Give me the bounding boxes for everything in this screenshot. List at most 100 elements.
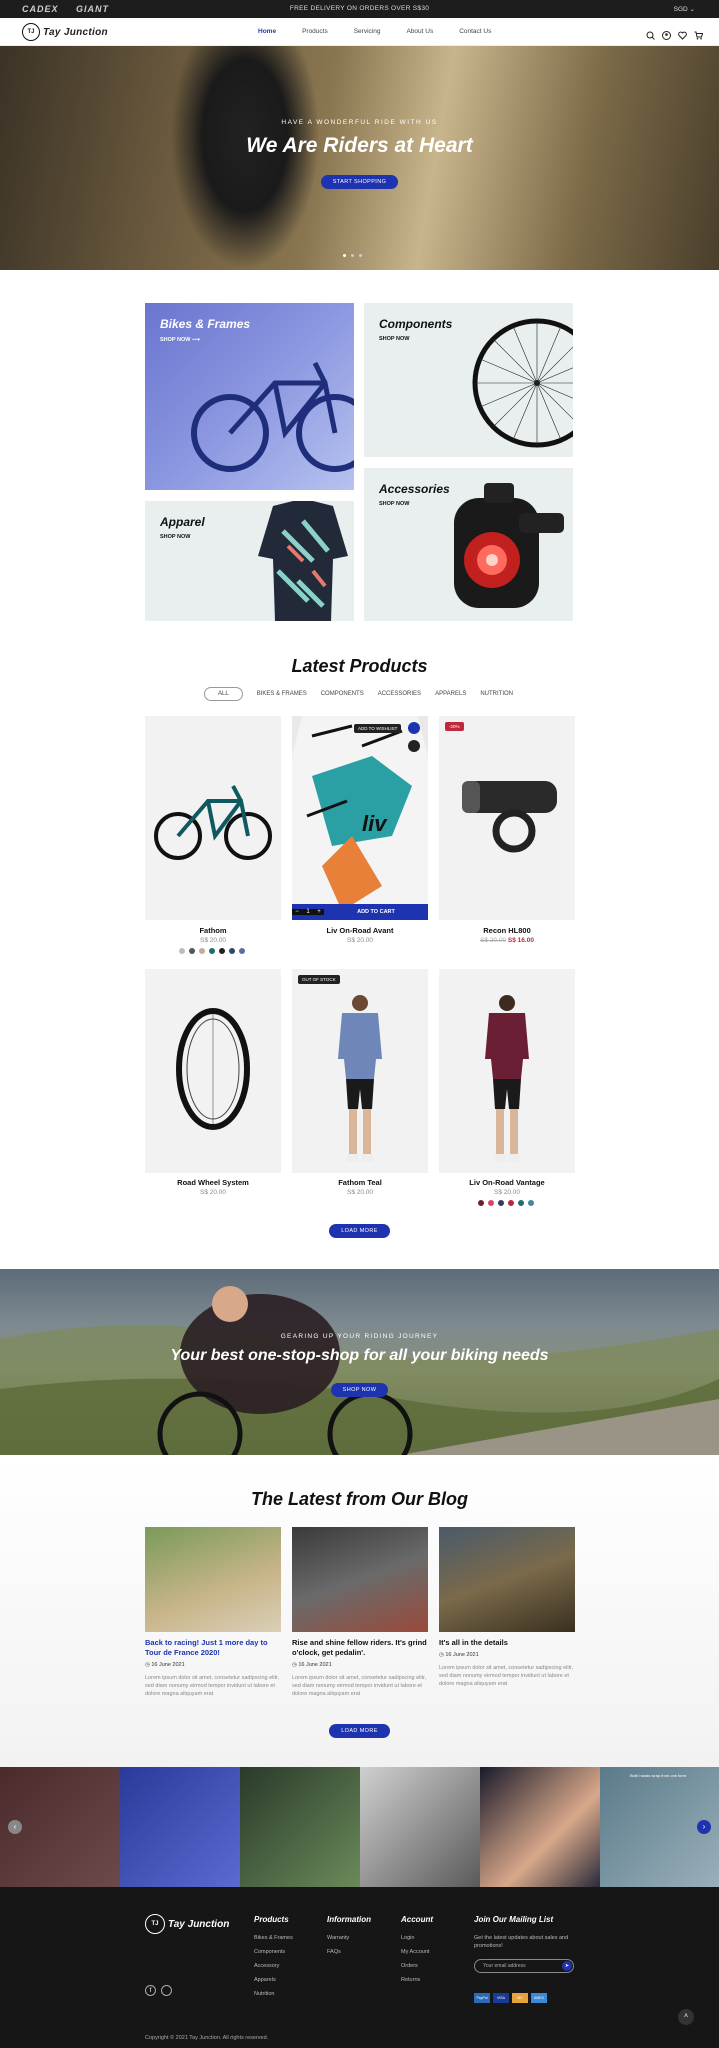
- instagram-tile[interactable]: [120, 1767, 240, 1887]
- blog-image[interactable]: [145, 1527, 281, 1632]
- tab-apparels[interactable]: APPARELS: [435, 691, 466, 697]
- nav-home[interactable]: Home: [258, 28, 276, 35]
- color-swatch[interactable]: [508, 1200, 514, 1206]
- product-image: [176, 1008, 250, 1130]
- latest-products-title: Latest Products: [291, 656, 428, 676]
- footer-link[interactable]: Login: [401, 1935, 414, 1941]
- product-card-liv-avant[interactable]: liv ADD TO WISHLIST − 1 + ADD TO CART: [292, 716, 428, 920]
- carousel-prev-button[interactable]: ‹: [8, 1820, 22, 1834]
- heart-icon[interactable]: [678, 27, 687, 40]
- instagram-tile[interactable]: [240, 1767, 360, 1887]
- blog-post-date: ◷ 16 June 2021: [439, 1652, 479, 1658]
- footer-logo[interactable]: TJ Tay Junction: [145, 1914, 229, 1934]
- nav-servicing[interactable]: Servicing: [354, 28, 381, 35]
- email-input[interactable]: Your email address ➤: [474, 1959, 574, 1973]
- currency-selector[interactable]: SGD ⌄: [674, 5, 695, 13]
- tab-all[interactable]: ALL: [204, 687, 243, 701]
- slider-dot-active[interactable]: [343, 254, 346, 257]
- cart-icon[interactable]: [694, 27, 704, 40]
- category-bikes-frames[interactable]: Bikes & Frames SHOP NOW ⟶: [145, 303, 354, 490]
- footer-link[interactable]: FAQs: [327, 1949, 341, 1955]
- blog-post-title[interactable]: Back to racing! Just 1 more day to Tour …: [145, 1638, 281, 1658]
- footer-link[interactable]: Warranty: [327, 1935, 349, 1941]
- tab-accessories[interactable]: ACCESSORIES: [378, 691, 421, 697]
- product-name[interactable]: Liv On-Road Vantage: [439, 1178, 575, 1187]
- product-card-fathom[interactable]: [145, 716, 281, 920]
- category-accessories[interactable]: Accessories SHOP NOW: [364, 468, 573, 621]
- tab-components[interactable]: COMPONENTS: [321, 691, 364, 697]
- color-swatch[interactable]: [179, 948, 185, 954]
- send-icon[interactable]: ➤: [562, 1961, 572, 1971]
- product-name[interactable]: Road Wheel System: [145, 1178, 281, 1187]
- color-swatch[interactable]: [189, 948, 195, 954]
- blog-post-title[interactable]: Rise and shine fellow riders. It's grind…: [292, 1638, 428, 1658]
- qty-plus-button[interactable]: +: [314, 909, 324, 915]
- shop-now-link[interactable]: SHOP NOW: [160, 534, 190, 540]
- search-icon[interactable]: [646, 27, 655, 40]
- product-image: [154, 785, 272, 860]
- color-swatch[interactable]: [199, 948, 205, 954]
- color-swatch[interactable]: [528, 1200, 534, 1206]
- carousel-next-button[interactable]: ›: [697, 1820, 711, 1834]
- color-swatch[interactable]: [488, 1200, 494, 1206]
- old-price: S$ 20.00: [480, 937, 507, 944]
- footer-link[interactable]: Orders: [401, 1963, 418, 1969]
- instagram-tile[interactable]: [480, 1767, 600, 1887]
- footer-link[interactable]: Components: [254, 1949, 285, 1955]
- tab-bikes-frames[interactable]: BIKES & FRAMES: [257, 691, 307, 697]
- blog-image[interactable]: [292, 1527, 428, 1632]
- product-card-road-wheel[interactable]: [145, 969, 281, 1173]
- start-shopping-button[interactable]: START SHOPPING: [320, 175, 399, 189]
- nav-about[interactable]: About Us: [406, 28, 433, 35]
- svg-text:liv: liv: [362, 811, 388, 836]
- shop-now-link[interactable]: SHOP NOW: [379, 501, 409, 507]
- product-name[interactable]: Liv On-Road Avant: [292, 926, 428, 935]
- slider-dot[interactable]: [351, 254, 354, 257]
- footer-link[interactable]: Nutrition: [254, 1991, 274, 1997]
- back-to-top-button[interactable]: ˄: [678, 2009, 694, 2025]
- slider-dot[interactable]: [359, 254, 362, 257]
- qty-minus-button[interactable]: −: [292, 909, 302, 915]
- product-card-liv-vantage[interactable]: [439, 969, 575, 1173]
- color-swatch[interactable]: [498, 1200, 504, 1206]
- quick-view-button[interactable]: [408, 740, 420, 752]
- banner-shop-now-button[interactable]: SHOP NOW: [330, 1383, 389, 1397]
- color-swatch[interactable]: [219, 948, 225, 954]
- product-card-fathom-teal[interactable]: OUT OF STOCK: [292, 969, 428, 1173]
- color-swatch[interactable]: [518, 1200, 524, 1206]
- logo-text: Tay Junction: [168, 1918, 230, 1930]
- instagram-icon[interactable]: [161, 1985, 172, 1996]
- blog-image[interactable]: [439, 1527, 575, 1632]
- color-swatch[interactable]: [478, 1200, 484, 1206]
- footer-link[interactable]: Apparels: [254, 1977, 276, 1983]
- product-card-recon[interactable]: -20%: [439, 716, 575, 920]
- footer-link[interactable]: Accessory: [254, 1963, 279, 1969]
- shop-now-link[interactable]: SHOP NOW: [379, 336, 409, 342]
- footer-link[interactable]: Returns: [401, 1977, 420, 1983]
- product-name[interactable]: Recon HL800: [439, 926, 575, 935]
- qty-value[interactable]: 1: [302, 909, 314, 915]
- footer-link[interactable]: My Account: [401, 1949, 429, 1955]
- site-logo[interactable]: TJ Tay Junction: [22, 23, 108, 41]
- footer-link[interactable]: Bikes & Frames: [254, 1935, 293, 1941]
- nav-products[interactable]: Products: [302, 28, 328, 35]
- blog-post-title[interactable]: It's all in the details: [439, 1638, 575, 1648]
- product-name[interactable]: Fathom: [145, 926, 281, 935]
- facebook-icon[interactable]: f: [145, 1985, 156, 1996]
- color-swatch[interactable]: [229, 948, 235, 954]
- add-to-cart-button[interactable]: ADD TO CART: [324, 909, 428, 915]
- user-icon[interactable]: [662, 27, 671, 40]
- category-components[interactable]: Components SHOP NOW: [364, 303, 573, 457]
- wishlist-heart-button[interactable]: [408, 722, 420, 734]
- tab-nutrition[interactable]: NUTRITION: [480, 691, 513, 697]
- jersey-image: [258, 501, 348, 621]
- color-swatch[interactable]: [209, 948, 215, 954]
- category-apparel[interactable]: Apparel SHOP NOW: [145, 501, 354, 621]
- header-icons: [646, 27, 704, 40]
- load-more-products-button[interactable]: LOAD MORE: [329, 1224, 390, 1238]
- load-more-blog-button[interactable]: LOAD MORE: [329, 1724, 390, 1738]
- product-name[interactable]: Fathom Teal: [292, 1178, 428, 1187]
- nav-contact[interactable]: Contact Us: [459, 28, 491, 35]
- instagram-tile[interactable]: [360, 1767, 480, 1887]
- color-swatch[interactable]: [239, 948, 245, 954]
